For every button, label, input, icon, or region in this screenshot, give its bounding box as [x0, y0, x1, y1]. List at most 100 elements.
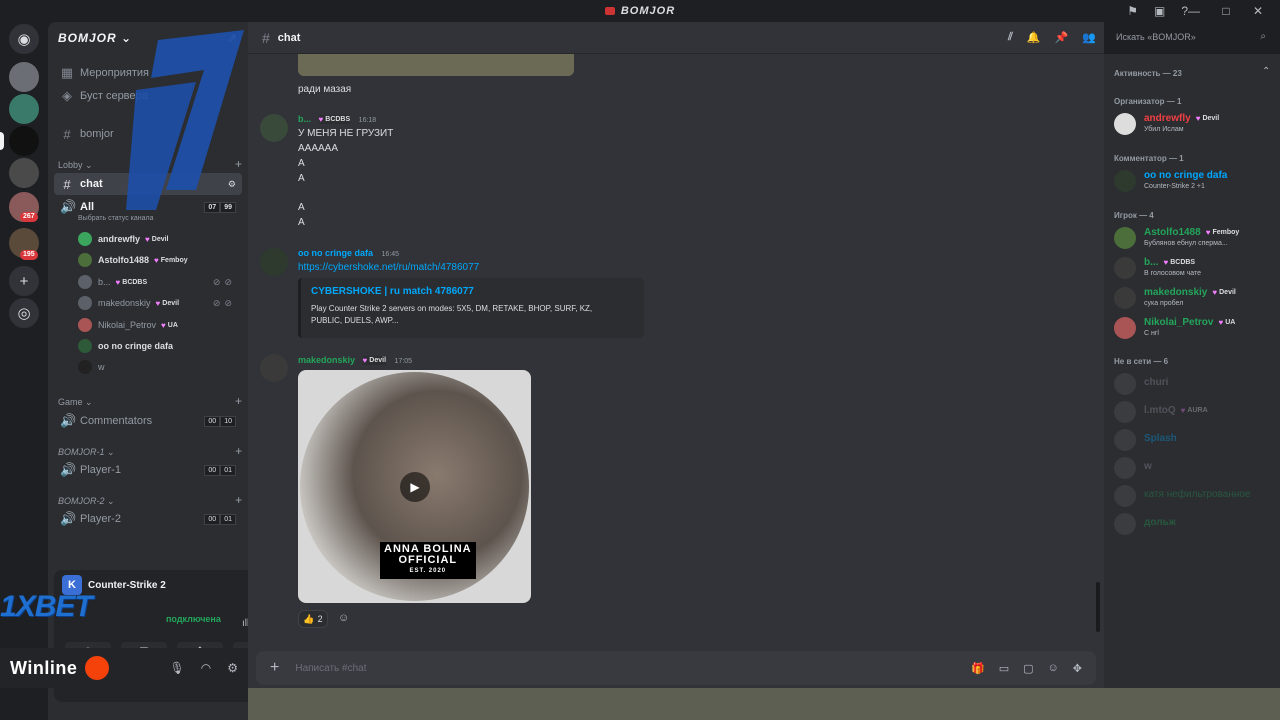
add-channel-icon[interactable]: +: [235, 494, 242, 507]
avatar[interactable]: [260, 248, 288, 276]
video-message[interactable]: ▶ ANNA BOLINA OFFICIAL EST. 2020: [298, 370, 531, 603]
chat-scrollbar[interactable]: [1096, 582, 1100, 632]
sticker-icon[interactable]: ▢: [1023, 662, 1033, 675]
maximize-button[interactable]: □: [1210, 0, 1242, 22]
events-item[interactable]: ▦ Мероприятия: [54, 62, 242, 84]
member-row-offline[interactable]: w: [1114, 456, 1274, 482]
message-author[interactable]: b... ♥ BCDBS 16:18: [298, 114, 376, 124]
members-icon[interactable]: 👥: [1082, 31, 1096, 44]
member-tag: ♥ Devil: [362, 356, 387, 365]
server-icon[interactable]: [9, 62, 39, 92]
category-lobby[interactable]: Lobby ⌄ +: [58, 158, 242, 171]
server-icon[interactable]: [9, 158, 39, 188]
member-name: w: [98, 362, 105, 372]
threads-icon[interactable]: ⫽: [1008, 31, 1013, 44]
explore-button[interactable]: ◎: [9, 298, 39, 328]
voice-member[interactable]: andrewfly ♥ Devil: [78, 229, 242, 249]
voice-channel-commentators[interactable]: 🔊 Commentators 00 10: [54, 410, 242, 432]
emoji-icon[interactable]: ☺: [1048, 662, 1059, 675]
voice-member[interactable]: Astolfo1488 ♥ Femboy: [78, 250, 242, 270]
avatar: [78, 339, 92, 353]
microphone-icon[interactable]: 🎙: [170, 661, 185, 675]
voice-member[interactable]: b... ♥ BCDBS ⊘⊘: [78, 272, 242, 292]
avatar: [1114, 457, 1136, 479]
member-row-offline[interactable]: катя нефильтрованное: [1114, 484, 1274, 510]
collapse-icon[interactable]: ⌃: [1262, 66, 1270, 77]
add-server-button[interactable]: +: [9, 266, 39, 296]
avatar[interactable]: [260, 114, 288, 142]
voice-channel-player2[interactable]: 🔊 Player-2 00 01: [54, 508, 242, 530]
bell-icon[interactable]: 🔔: [1027, 31, 1041, 44]
member-name: andrewfly: [98, 234, 141, 244]
minimize-button[interactable]: —: [1178, 0, 1210, 22]
channel-chat[interactable]: # chat ⚙: [54, 173, 242, 195]
play-icon[interactable]: ▶: [400, 472, 430, 502]
message-text: ради мазая: [298, 84, 352, 95]
member-row-offline[interactable]: l.mtoQ ♥ AURA: [1114, 400, 1274, 426]
voice-member[interactable]: Nikolai_Petrov ♥ UA: [78, 315, 242, 335]
inbox-icon[interactable]: ⚑: [1127, 4, 1138, 18]
member-name: b...: [1144, 257, 1159, 268]
channel-status-hint[interactable]: Выбрать статус канала: [78, 215, 154, 222]
member-row[interactable]: b... ♥ BCDBS В голосовом чате: [1114, 256, 1274, 282]
embed-title[interactable]: CYBERSHOKE | ru match 4786077: [311, 286, 634, 297]
tag-label: Devil: [369, 357, 387, 364]
direct-messages-button[interactable]: ◉: [9, 24, 39, 54]
count-limit: 10: [220, 415, 236, 427]
add-channel-icon[interactable]: +: [235, 158, 242, 171]
add-reaction-icon[interactable]: ☺: [338, 612, 349, 624]
search-input[interactable]: Искать «BOMJOR» ⌕: [1108, 27, 1274, 49]
invite-icon[interactable]: ⇗: [227, 31, 238, 45]
server-icon-active[interactable]: [9, 126, 39, 156]
video-watermark: ANNA BOLINA OFFICIAL EST. 2020: [380, 542, 476, 579]
channel-bomjor[interactable]: # bomjor: [54, 123, 242, 145]
member-row[interactable]: oo no cringe dafa Counter-Strike 2 +1: [1114, 169, 1274, 195]
voice-channel-player1[interactable]: 🔊 Player-1 00 01: [54, 459, 242, 481]
settings-icon[interactable]: ⚙: [228, 179, 236, 190]
voice-member[interactable]: oo no cringe dafa: [78, 336, 242, 356]
member-name: Astolfo1488: [1144, 227, 1201, 238]
boost-item[interactable]: ◈ Буст сервера: [54, 85, 242, 107]
message-line: У МЕНЯ НЕ ГРУЗИТ: [298, 128, 394, 139]
category-game[interactable]: Game ⌄ +: [58, 395, 242, 408]
apps-icon[interactable]: ✥: [1073, 662, 1082, 675]
voice-member[interactable]: w: [78, 357, 242, 377]
message-composer[interactable]: + Написать #chat 🎁 ▭ ▢ ☺ ✥: [256, 651, 1096, 685]
pin-icon[interactable]: 📌: [1055, 31, 1069, 44]
reaction-thumbs-up[interactable]: 👍 2: [298, 610, 328, 628]
message-link[interactable]: https://cybershoke.net/ru/match/4786077: [298, 262, 479, 273]
member-row[interactable]: makedonskiy ♥ Devil сука пробел: [1114, 286, 1274, 312]
category-bomjor1[interactable]: BOMJOR-1 ⌄ +: [58, 445, 242, 458]
member-row-offline[interactable]: Splash: [1114, 428, 1274, 454]
image-attachment[interactable]: [298, 54, 574, 76]
user-settings-icon[interactable]: ⚙: [227, 661, 238, 675]
close-button[interactable]: ✕: [1242, 0, 1274, 22]
channel-title: chat: [277, 31, 301, 44]
member-row[interactable]: Astolfo1488 ♥ Femboy Бублянов ебнул сперма.…: [1114, 226, 1274, 252]
add-channel-icon[interactable]: +: [235, 445, 242, 458]
member-row-offline[interactable]: дольж: [1114, 512, 1274, 538]
chat-header: # chat ⫽ 🔔 📌 👥: [248, 22, 1104, 54]
member-row[interactable]: andrewfly ♥ Devil Убил Ислам: [1114, 112, 1274, 138]
category-label: Game: [58, 397, 83, 407]
server-icon[interactable]: [9, 94, 39, 124]
mention-badge: 267: [20, 212, 38, 222]
upload-plus-icon[interactable]: +: [270, 659, 279, 677]
reaction-count: 2: [317, 614, 323, 624]
category-bomjor2[interactable]: BOMJOR-2 ⌄ +: [58, 494, 242, 507]
member-row-offline[interactable]: churi: [1114, 372, 1274, 398]
headphones-icon[interactable]: ◠: [201, 661, 211, 675]
guild-header[interactable]: BOMJOR ⌄ ⇗: [48, 22, 248, 54]
add-channel-icon[interactable]: +: [235, 395, 242, 408]
message-author[interactable]: oo no cringe dafa 16:45: [298, 248, 399, 258]
voice-member[interactable]: makedonskiy ♥ Devil ⊘⊘: [78, 293, 242, 313]
avatar[interactable]: [260, 354, 288, 382]
screen-icon[interactable]: ▣: [1154, 4, 1165, 18]
gif-icon[interactable]: ▭: [999, 662, 1009, 675]
message-author[interactable]: makedonskiy ♥ Devil 17:05: [298, 355, 412, 365]
embed-description: Play Counter Strike 2 servers on modes: …: [311, 303, 634, 327]
avatar: [78, 360, 92, 374]
member-row[interactable]: Nikolai_Petrov ♥ UA С нгl: [1114, 316, 1274, 342]
avatar: [78, 232, 92, 246]
gift-icon[interactable]: 🎁: [971, 662, 985, 675]
